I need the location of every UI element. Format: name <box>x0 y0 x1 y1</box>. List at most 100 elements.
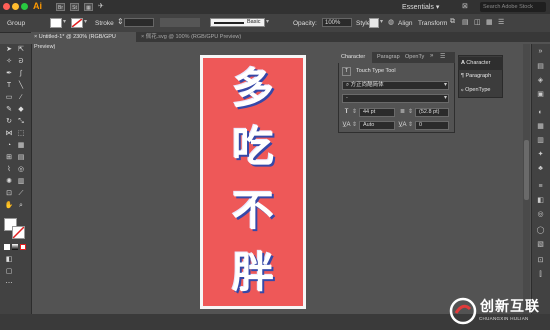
lasso-tool-icon[interactable]: ᘐ <box>16 58 26 66</box>
mesh-tool-icon[interactable]: ⊞ <box>4 154 14 162</box>
blend-tool-icon[interactable]: ◎ <box>16 166 26 174</box>
stepper-icon[interactable]: ⇕ <box>352 108 357 115</box>
shaper-tool-icon[interactable]: ✎ <box>4 106 14 114</box>
tab-character[interactable]: Character <box>338 52 372 63</box>
opacity-field[interactable]: 100% <box>322 18 352 27</box>
tab-untitled-1[interactable]: × Untitled-1* @ 230% (RGB/GPU Preview) <box>31 32 136 50</box>
kerning-field[interactable]: Auto <box>359 121 395 130</box>
transform-button[interactable]: Transform <box>418 20 447 27</box>
chevron-down-icon[interactable]: ▾ <box>380 18 385 27</box>
gradient-tool-icon[interactable]: ▤ <box>16 154 26 162</box>
arrange-icon[interactable]: ◫ <box>474 18 481 26</box>
color-icon[interactable]: ◐ <box>536 108 545 117</box>
stroke-color-box[interactable] <box>12 226 25 239</box>
font-size-field[interactable]: 44 pt <box>359 108 395 117</box>
variable-width-profile[interactable] <box>160 18 200 27</box>
gpu-performance-icon[interactable]: ✈ <box>98 2 104 10</box>
brush-definition-dropdown[interactable]: Basic <box>210 18 265 27</box>
stroke-swatch[interactable] <box>71 18 83 28</box>
free-transform-tool-icon[interactable]: ⬚ <box>16 130 26 138</box>
color-mode-button[interactable] <box>4 244 10 250</box>
align-button[interactable]: Align <box>398 20 412 27</box>
line-tool-icon[interactable]: ╲ <box>16 82 26 90</box>
edit-toolbar-icon[interactable]: ⋯ <box>4 280 14 288</box>
symbol-sprayer-tool-icon[interactable]: ✺ <box>4 178 14 186</box>
poster-text-line-3[interactable]: 不 <box>203 188 303 234</box>
symbols-icon[interactable]: ♣ <box>536 164 545 173</box>
minimize-window-icon[interactable] <box>12 3 19 10</box>
rotate-tool-icon[interactable]: ↻ <box>4 118 14 126</box>
dock-item-opentype[interactable]: ℴ OpenType <box>458 84 503 97</box>
pen-tool-icon[interactable]: ✒ <box>4 70 14 78</box>
fill-swatch[interactable] <box>50 18 62 28</box>
rectangle-tool-icon[interactable]: ▭ <box>4 94 14 102</box>
tab-opentype[interactable]: OpenTy <box>402 52 430 63</box>
tab-paragraph[interactable]: Paragrap <box>374 52 402 63</box>
appearance-icon[interactable]: ◯ <box>536 226 545 235</box>
poster-text-line-4[interactable]: 胖 <box>203 250 303 296</box>
curvature-tool-icon[interactable]: ∫ <box>16 70 26 78</box>
chevron-down-icon[interactable]: ▾ <box>266 18 271 27</box>
tab-svg-document[interactable]: × 佩花.svg @ 100% (RGB/GPU Preview) <box>138 32 250 42</box>
eyedropper-tool-icon[interactable]: ⌇ <box>4 166 14 174</box>
poster-text-line-2[interactable]: 吃 <box>203 124 303 170</box>
chevron-down-icon[interactable]: ▾ <box>444 81 447 88</box>
zoom-window-icon[interactable] <box>21 3 28 10</box>
dock-item-character[interactable]: A Character <box>458 57 503 70</box>
shape-builder-tool-icon[interactable]: ◔ <box>4 142 14 150</box>
perspective-grid-tool-icon[interactable]: ▦ <box>16 142 26 150</box>
panel-menu-icon[interactable]: ☰ <box>440 53 445 60</box>
stepper-icon[interactable]: ⇕ <box>117 17 124 26</box>
touch-type-icon[interactable]: T <box>342 67 351 76</box>
select-similar-icon[interactable]: ▤ <box>462 18 469 26</box>
stock-search-input[interactable]: Search Adobe Stock <box>480 2 546 12</box>
arrange-documents-icon[interactable]: ▦ <box>84 3 93 11</box>
tracking-field[interactable]: 0 <box>415 121 449 130</box>
stroke-weight-field[interactable] <box>124 18 154 27</box>
scrollbar-thumb[interactable] <box>524 140 529 200</box>
none-mode-button[interactable] <box>20 244 26 250</box>
collapse-panels-icon[interactable]: » <box>536 47 545 56</box>
width-tool-icon[interactable]: ⋈ <box>4 130 14 138</box>
stroke-icon[interactable]: ≡ <box>536 182 545 191</box>
stepper-icon[interactable]: ⇕ <box>352 121 357 128</box>
draw-mode-icon[interactable]: ◧ <box>4 256 14 264</box>
layers-icon[interactable]: ◈ <box>536 76 545 85</box>
share-icon[interactable]: ⊠ <box>462 2 468 10</box>
magic-wand-tool-icon[interactable]: ✧ <box>4 58 14 66</box>
double-chevron-icon[interactable]: » <box>430 53 433 59</box>
leading-field[interactable]: (52.8 pt) <box>415 108 449 117</box>
chevron-down-icon[interactable]: ▾ <box>84 18 89 27</box>
align-icon[interactable]: ⫿ <box>536 270 545 279</box>
dock-item-paragraph[interactable]: ¶ Paragraph <box>458 70 503 83</box>
hand-tool-icon[interactable]: ✋ <box>4 202 14 210</box>
touch-type-tool-button[interactable]: Touch Type Tool <box>356 68 396 74</box>
artboard-tool-icon[interactable]: ⊡ <box>4 190 14 198</box>
stepper-icon[interactable]: ⇕ <box>408 108 413 115</box>
stock-button[interactable]: St <box>70 3 79 11</box>
workspace-switcher[interactable]: Essentials ▾ <box>402 3 439 11</box>
poster-text-line-1[interactable]: 多 <box>203 66 303 112</box>
control-panel-menu-icon[interactable]: ☰ <box>498 18 504 26</box>
zoom-tool-icon[interactable]: ⌕ <box>16 202 26 210</box>
recolor-artwork-icon[interactable]: ◍ <box>388 18 394 26</box>
swatches-icon[interactable]: ▥ <box>536 136 545 145</box>
paintbrush-tool-icon[interactable]: ∕ <box>16 94 26 102</box>
bridge-button[interactable]: Br <box>56 3 65 11</box>
graphic-styles-icon[interactable]: ▧ <box>536 240 545 249</box>
selection-tool-icon[interactable]: ➤ <box>4 46 14 54</box>
eraser-tool-icon[interactable]: ◆ <box>16 106 26 114</box>
close-window-icon[interactable] <box>3 3 10 10</box>
gradient-mode-button[interactable] <box>12 244 18 250</box>
transform-icon[interactable]: ⊡ <box>536 256 545 265</box>
chevron-down-icon[interactable]: ▾ <box>63 18 68 27</box>
chevron-down-icon[interactable]: ▾ <box>444 94 447 101</box>
font-family-field[interactable]: ⌕ 方正尚酷简体 <box>342 81 449 90</box>
transparency-icon[interactable]: ◎ <box>536 210 545 219</box>
grid-options-icon[interactable]: ▦ <box>486 18 493 26</box>
font-style-field[interactable]: - <box>342 94 449 103</box>
libraries-icon[interactable]: ▣ <box>536 90 545 99</box>
slice-tool-icon[interactable]: ⟋ <box>16 190 26 198</box>
scale-tool-icon[interactable]: ⤡ <box>16 118 26 126</box>
color-guide-icon[interactable]: ▦ <box>536 122 545 131</box>
